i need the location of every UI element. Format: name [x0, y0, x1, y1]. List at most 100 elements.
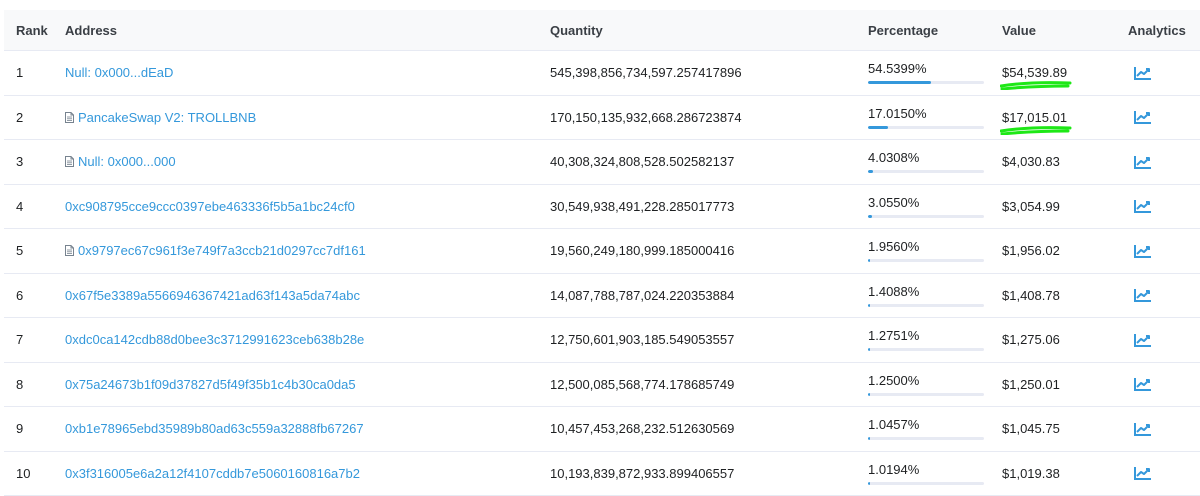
table-row: 1 Null: 0x000...dEaD 545,398,856,734,597…: [4, 51, 1200, 96]
percentage-progress-fill: [868, 304, 870, 307]
quantity-text: 14,087,788,787,024.220353884: [550, 288, 734, 303]
rank-text: 2: [16, 110, 23, 125]
address-cell: 0x75a24673b1f09d37827d5f49f35b1c4b30ca0d…: [65, 363, 356, 407]
quantity-text: 10,193,839,872,933.899406557: [550, 466, 734, 481]
percentage-progress-fill: [868, 215, 872, 218]
quantity-text: 12,500,085,568,774.178685749: [550, 377, 734, 392]
analytics-button[interactable]: [1133, 65, 1153, 81]
token-holders-table: Rank Address Quantity Percentage Value A…: [4, 10, 1200, 496]
address-link[interactable]: 0xdc0ca142cdb88d0bee3c3712991623ceb638b2…: [65, 332, 364, 347]
analytics-button[interactable]: [1133, 154, 1153, 170]
value-text: $1,250.01: [1002, 377, 1060, 392]
percentage-progress-bar: [868, 170, 984, 173]
rank-cell: 5: [16, 229, 23, 273]
percentage-text: 54.5399%: [868, 61, 984, 77]
chart-line-icon: [1133, 287, 1153, 303]
analytics-button[interactable]: [1133, 198, 1153, 214]
analytics-cell: [1133, 229, 1153, 273]
analytics-cell: [1133, 51, 1153, 95]
chart-line-icon: [1133, 154, 1153, 170]
rank-text: 10: [16, 466, 30, 481]
value-cell: $54,539.89: [1002, 51, 1067, 95]
table-row: 7 0xdc0ca142cdb88d0bee3c3712991623ceb638…: [4, 318, 1200, 363]
value-text: $1,275.06: [1002, 332, 1060, 347]
header-quantity: Quantity: [550, 10, 603, 50]
analytics-button[interactable]: [1133, 376, 1153, 392]
analytics-button[interactable]: [1133, 421, 1153, 437]
quantity-text: 170,150,135,932,668.286723874: [550, 110, 742, 125]
table-row: 5 0x9797ec67c961f3e749f7a3ccb21d0297cc7d…: [4, 229, 1200, 274]
quantity-text: 40,308,324,808,528.502582137: [550, 154, 734, 169]
table-row: 9 0xb1e78965ebd35989b80ad63c559a32888fb6…: [4, 407, 1200, 452]
header-analytics: Analytics: [1128, 10, 1186, 50]
percentage-cell: 54.5399%: [868, 51, 984, 95]
percentage-cell: 17.0150%: [868, 96, 984, 140]
percentage-progress-fill: [868, 393, 870, 396]
address-link[interactable]: Null: 0x000...000: [78, 154, 176, 169]
percentage-cell: 1.2500%: [868, 363, 984, 407]
green-highlight-underline: [1000, 80, 1072, 90]
value-text: $4,030.83: [1002, 154, 1060, 169]
quantity-text: 19,560,249,180,999.185000416: [550, 243, 734, 258]
percentage-progress-fill: [868, 81, 931, 84]
table-header: Rank Address Quantity Percentage Value A…: [4, 10, 1200, 51]
chart-line-icon: [1133, 421, 1153, 437]
rank-cell: 10: [16, 452, 30, 496]
value-cell: $1,408.78: [1002, 274, 1060, 318]
address-link[interactable]: 0x67f5e3389a5566946367421ad63f143a5da74a…: [65, 288, 360, 303]
value-text: $1,956.02: [1002, 243, 1060, 258]
percentage-text: 4.0308%: [868, 150, 984, 166]
rank-text: 9: [16, 421, 23, 436]
rank-text: 6: [16, 288, 23, 303]
address-link[interactable]: 0x3f316005e6a2a12f4107cddb7e5060160816a7…: [65, 466, 360, 481]
address-link[interactable]: 0xb1e78965ebd35989b80ad63c559a32888fb672…: [65, 421, 364, 436]
analytics-cell: [1133, 452, 1153, 496]
percentage-text: 1.4088%: [868, 284, 984, 300]
analytics-button[interactable]: [1133, 332, 1153, 348]
address-cell: Null: 0x000...000: [65, 140, 176, 184]
analytics-button[interactable]: [1133, 109, 1153, 125]
address-link[interactable]: 0xc908795cce9ccc0397ebe463336f5b5a1bc24c…: [65, 199, 355, 214]
contract-document-icon: [65, 112, 74, 123]
analytics-cell: [1133, 96, 1153, 140]
rank-text: 7: [16, 332, 23, 347]
quantity-cell: 170,150,135,932,668.286723874: [550, 96, 742, 140]
table-row: 4 0xc908795cce9ccc0397ebe463336f5b5a1bc2…: [4, 185, 1200, 230]
percentage-cell: 3.0550%: [868, 185, 984, 229]
address-cell: PancakeSwap V2: TROLLBNB: [65, 96, 256, 140]
table-row: 6 0x67f5e3389a5566946367421ad63f143a5da7…: [4, 274, 1200, 319]
address-cell: 0xc908795cce9ccc0397ebe463336f5b5a1bc24c…: [65, 185, 355, 229]
address-link[interactable]: PancakeSwap V2: TROLLBNB: [78, 110, 256, 125]
address-link[interactable]: 0x75a24673b1f09d37827d5f49f35b1c4b30ca0d…: [65, 377, 356, 392]
table-row: 3 Null: 0x000...000 40,308,324,808,528.5…: [4, 140, 1200, 185]
address-cell: 0x3f316005e6a2a12f4107cddb7e5060160816a7…: [65, 452, 360, 496]
percentage-progress-bar: [868, 482, 984, 485]
analytics-button[interactable]: [1133, 243, 1153, 259]
quantity-text: 10,457,453,268,232.512630569: [550, 421, 734, 436]
percentage-progress-bar: [868, 215, 984, 218]
chart-line-icon: [1133, 376, 1153, 392]
analytics-button[interactable]: [1133, 465, 1153, 481]
analytics-cell: [1133, 274, 1153, 318]
rank-cell: 4: [16, 185, 23, 229]
analytics-button[interactable]: [1133, 287, 1153, 303]
quantity-text: 545,398,856,734,597.257417896: [550, 65, 742, 80]
percentage-progress-bar: [868, 348, 984, 351]
address-link[interactable]: 0x9797ec67c961f3e749f7a3ccb21d0297cc7df1…: [78, 243, 366, 258]
value-text: $1,408.78: [1002, 288, 1060, 303]
address-cell: 0x67f5e3389a5566946367421ad63f143a5da74a…: [65, 274, 360, 318]
address-link[interactable]: Null: 0x000...dEaD: [65, 65, 173, 80]
address-cell: Null: 0x000...dEaD: [65, 51, 173, 95]
percentage-text: 17.0150%: [868, 106, 984, 122]
chart-line-icon: [1133, 332, 1153, 348]
percentage-progress-bar: [868, 393, 984, 396]
chart-line-icon: [1133, 65, 1153, 81]
value-cell: $17,015.01: [1002, 96, 1067, 140]
quantity-cell: 10,457,453,268,232.512630569: [550, 407, 734, 451]
percentage-progress-fill: [868, 482, 870, 485]
quantity-cell: 12,750,601,903,185.549053557: [550, 318, 734, 362]
analytics-cell: [1133, 140, 1153, 184]
percentage-progress-bar: [868, 259, 984, 262]
value-text: $1,045.75: [1002, 421, 1060, 436]
value-cell: $1,956.02: [1002, 229, 1060, 273]
